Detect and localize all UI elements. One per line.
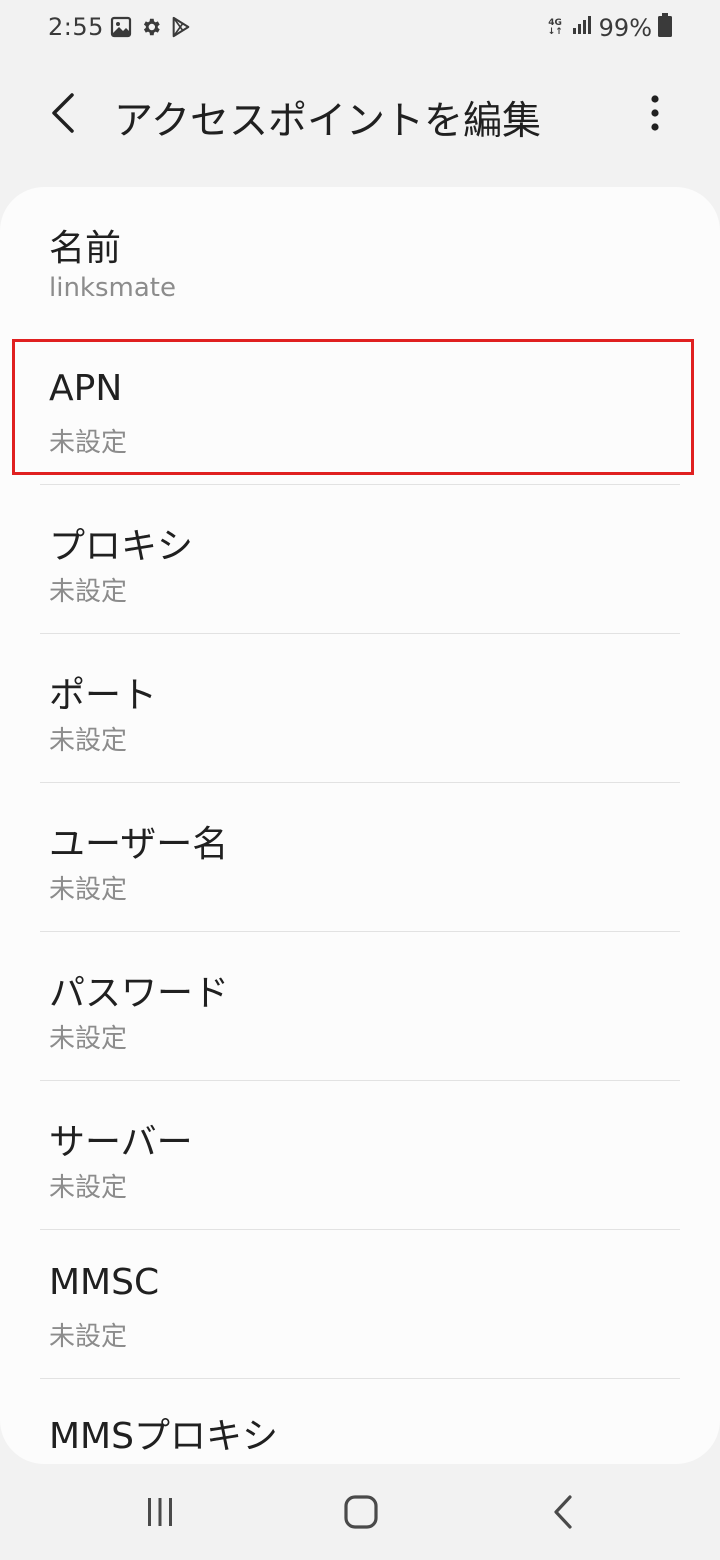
field-row-port[interactable]: ポート 未設定 [0, 634, 720, 783]
field-value: 未設定 [49, 1173, 128, 1203]
field-row-mmsc[interactable]: MMSC 未設定 [0, 1230, 720, 1379]
field-value: 未設定 [49, 875, 128, 905]
field-row-password[interactable]: パスワード 未設定 [0, 932, 720, 1081]
field-value: 未設定 [49, 726, 128, 756]
apn-settings-list: 名前 linksmate APN 未設定 プロキシ 未設定 ポート 未設定 ユー… [0, 187, 720, 1464]
field-row-name[interactable]: 名前 linksmate [0, 187, 720, 336]
field-label: ユーザー名 [49, 824, 229, 865]
nav-back-button[interactable] [533, 1484, 593, 1544]
app-bar: アクセスポイントを編集 [0, 60, 720, 170]
network-type: 4G ↓↑ [547, 18, 563, 37]
field-value: 未設定 [49, 1024, 128, 1054]
field-row-username[interactable]: ユーザー名 未設定 [0, 783, 720, 932]
status-bar: 2:55 4G ↓↑ 99% [0, 0, 720, 60]
more-options-button[interactable] [630, 90, 680, 140]
field-row-proxy[interactable]: プロキシ 未設定 [0, 485, 720, 634]
battery-percentage: 99% [598, 14, 652, 42]
field-label: パスワード [49, 973, 230, 1014]
chevron-left-icon [48, 91, 78, 139]
play-store-icon [170, 16, 192, 42]
field-label: ポート [49, 675, 158, 716]
back-button[interactable] [36, 88, 90, 142]
recent-apps-button[interactable] [130, 1484, 190, 1544]
page-title: アクセスポイントを編集 [114, 99, 542, 144]
back-icon [551, 1494, 575, 1534]
more-vertical-icon [650, 95, 660, 135]
field-label: MMSC [49, 1262, 160, 1303]
field-label: APN [49, 368, 123, 409]
field-label: MMSプロキシ [49, 1416, 278, 1457]
field-value: 未設定 [49, 428, 128, 458]
field-label: 名前 [49, 228, 122, 269]
field-row-apn[interactable]: APN 未設定 [0, 336, 720, 485]
image-icon [110, 16, 132, 42]
field-row-server[interactable]: サーバー 未設定 [0, 1081, 720, 1230]
field-label: プロキシ [49, 526, 194, 567]
field-value: linksmate [49, 273, 176, 303]
recent-apps-icon [143, 1495, 177, 1533]
field-value: 未設定 [49, 577, 128, 607]
field-value: 未設定 [49, 1322, 128, 1352]
battery-icon [658, 13, 672, 43]
field-label: サーバー [49, 1122, 193, 1163]
gear-icon [140, 16, 162, 42]
status-right: 4G ↓↑ 99% [548, 13, 672, 43]
home-button[interactable] [331, 1484, 391, 1544]
signal-icon [571, 14, 593, 42]
field-row-mms-proxy[interactable]: MMSプロキシ [0, 1379, 720, 1464]
status-time: 2:55 [48, 13, 104, 41]
navigation-bar [0, 1464, 720, 1560]
home-icon [343, 1494, 379, 1534]
notification-icons [110, 16, 192, 42]
